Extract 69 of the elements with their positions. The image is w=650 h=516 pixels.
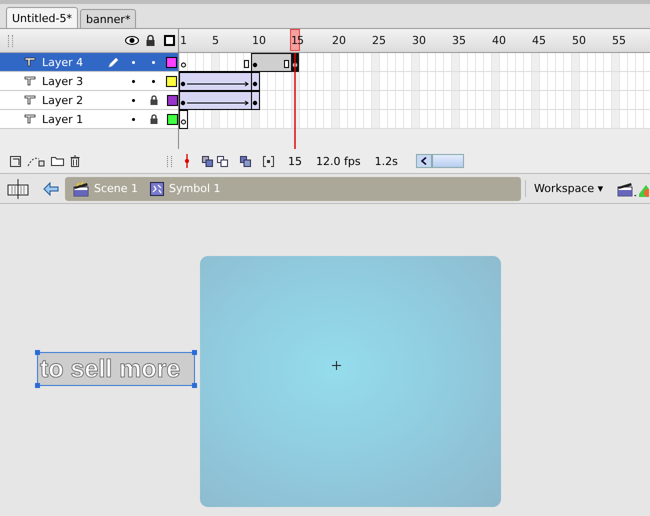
outline-color-swatch[interactable] [166, 56, 177, 68]
frame-rate: 12.0 fps [316, 154, 361, 168]
blank-keyframe[interactable] [179, 110, 188, 129]
eye-icon[interactable] [125, 36, 139, 45]
layer-icon [24, 76, 36, 86]
layer-row[interactable]: Layer 2 [0, 91, 178, 110]
current-frame: 15 [288, 154, 302, 168]
frames-grid[interactable] [179, 53, 650, 149]
visible-dot[interactable] [132, 60, 135, 64]
unlocked-dot[interactable] [152, 60, 155, 64]
layer-row[interactable]: Layer 3 [0, 72, 178, 91]
document-tab[interactable]: banner* [80, 9, 136, 28]
grip-icon[interactable] [167, 156, 172, 166]
motion-tween[interactable] [179, 72, 260, 92]
scroll-left-button[interactable] [416, 154, 432, 168]
layer-name: Layer 4 [42, 56, 84, 68]
document-tab[interactable]: Untitled-5* [6, 7, 78, 28]
layer-icon [24, 114, 36, 124]
visible-dot[interactable] [132, 118, 135, 120]
new-layer-icon[interactable] [10, 156, 21, 166]
movie-clip-icon [150, 182, 164, 196]
frame-number: 30 [412, 34, 426, 47]
edit-multiple-frames-icon[interactable] [240, 156, 251, 166]
layer-name: Layer 3 [42, 74, 84, 88]
timeline-toggle-icon[interactable] [7, 178, 29, 198]
layer-row[interactable]: Layer 4 [0, 53, 178, 72]
layer-icon [24, 57, 36, 67]
frame-number: 1 [180, 34, 187, 47]
outline-color-swatch[interactable] [167, 94, 178, 106]
grip-icon[interactable] [8, 34, 13, 46]
unlocked-dot[interactable] [152, 80, 155, 82]
onion-markers-icon[interactable] [263, 156, 274, 166]
outline-color-swatch[interactable] [167, 114, 178, 124]
scrollbar-thumb[interactable] [432, 154, 464, 168]
layer-name: Layer 1 [42, 112, 84, 126]
motion-guide-icon[interactable] [27, 156, 45, 166]
visible-dot[interactable] [132, 80, 135, 82]
pencil-icon [108, 56, 119, 68]
frame-number: 45 [532, 34, 546, 47]
trash-icon[interactable] [70, 155, 80, 167]
frame-number: 25 [372, 34, 386, 47]
lock-icon[interactable] [146, 35, 155, 46]
outline-color-swatch[interactable] [166, 76, 177, 86]
back-arrow-icon[interactable] [43, 182, 59, 196]
lock-icon[interactable] [150, 114, 158, 124]
onion-skin-icon[interactable] [202, 156, 213, 166]
center-frame-icon[interactable] [184, 154, 190, 168]
layer-name: Layer 2 [42, 94, 84, 106]
folder-icon[interactable] [51, 156, 64, 166]
frame-number: 10 [252, 34, 266, 47]
keyframes-drawing[interactable] [179, 53, 299, 72]
frame-number: 35 [452, 34, 466, 47]
elapsed-time: 1.2s [374, 154, 398, 168]
frame-ruler[interactable]: 1 5 10 15 20 25 30 35 40 45 50 55 [179, 29, 650, 53]
visible-dot[interactable] [132, 98, 135, 102]
crosshair-icon [332, 361, 341, 370]
frame-number: 20 [332, 34, 346, 47]
layer-icon [24, 95, 36, 105]
workspace-menu[interactable]: Workspace ▾ [525, 180, 612, 197]
clapperboard-icon [73, 180, 89, 196]
frame-number: 5 [212, 34, 219, 47]
frame-number: 55 [612, 34, 626, 47]
outline-icon[interactable] [164, 35, 175, 46]
frame-number: 50 [572, 34, 586, 47]
lock-icon[interactable] [150, 95, 158, 105]
onion-outline-icon[interactable] [217, 156, 228, 166]
frame-number: 40 [492, 34, 506, 47]
motion-tween[interactable] [179, 90, 260, 110]
layer-row[interactable]: Layer 1 [0, 110, 178, 129]
